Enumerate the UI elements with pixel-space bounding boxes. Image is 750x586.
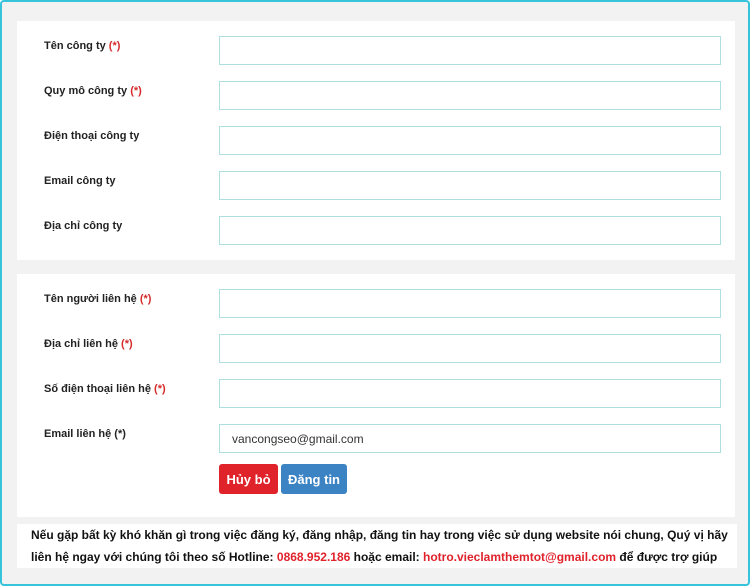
contact-address-row: Địa chỉ liên hệ (*) (17, 334, 735, 364)
company-name-input[interactable] (219, 36, 721, 65)
contact-phone-row: Số điện thoại liên hệ (*) (17, 379, 735, 409)
company-name-label: Tên công ty (*) (44, 40, 121, 52)
contact-email-input[interactable] (219, 424, 721, 453)
company-phone-row: Điện thoại công ty (17, 126, 735, 156)
contact-email-label: Email liên hệ (*) (44, 428, 126, 440)
contact-info-section: Tên người liên hệ (*) Địa chỉ liên hệ (*… (17, 274, 735, 517)
company-email-row: Email công ty (17, 171, 735, 201)
contact-address-label: Địa chỉ liên hệ (*) (44, 338, 133, 350)
hotline-number: 0868.952.186 (276, 550, 351, 564)
help-text-after: để được trợ giúp (616, 550, 718, 564)
contact-name-input[interactable] (219, 289, 721, 318)
page-frame: Tên công ty (*) Quy mô công ty (*) Điện … (0, 0, 750, 586)
contact-email-row: Email liên hệ (*) (17, 424, 735, 454)
company-phone-label: Điện thoại công ty (44, 130, 140, 142)
contact-name-row: Tên người liên hệ (*) (17, 289, 735, 319)
company-name-row: Tên công ty (*) (17, 36, 735, 66)
company-address-row: Địa chỉ công ty (17, 216, 735, 246)
company-phone-input[interactable] (219, 126, 721, 155)
support-email: hotro.vieclamthemtot@gmail.com (423, 550, 617, 564)
cancel-button[interactable]: Hủy bỏ (219, 464, 278, 494)
company-email-input[interactable] (219, 171, 721, 200)
company-email-label: Email công ty (44, 175, 116, 187)
post-button[interactable]: Đăng tin (281, 464, 347, 494)
form-actions: Hủy bỏ Đăng tin (17, 464, 735, 494)
contact-name-label: Tên người liên hệ (*) (44, 293, 152, 305)
contact-phone-input[interactable] (219, 379, 721, 408)
contact-address-input[interactable] (219, 334, 721, 363)
help-notice: Nếu gặp bất kỳ khó khăn gì trong việc đă… (17, 524, 737, 568)
company-address-input[interactable] (219, 216, 721, 245)
company-size-row: Quy mô công ty (*) (17, 81, 735, 111)
company-address-label: Địa chỉ công ty (44, 220, 123, 232)
company-info-section: Tên công ty (*) Quy mô công ty (*) Điện … (17, 21, 735, 260)
company-size-input[interactable] (219, 81, 721, 110)
company-size-label: Quy mô công ty (*) (44, 85, 142, 97)
help-text-middle: hoặc email: (350, 550, 423, 564)
contact-phone-label: Số điện thoại liên hệ (*) (44, 383, 166, 395)
